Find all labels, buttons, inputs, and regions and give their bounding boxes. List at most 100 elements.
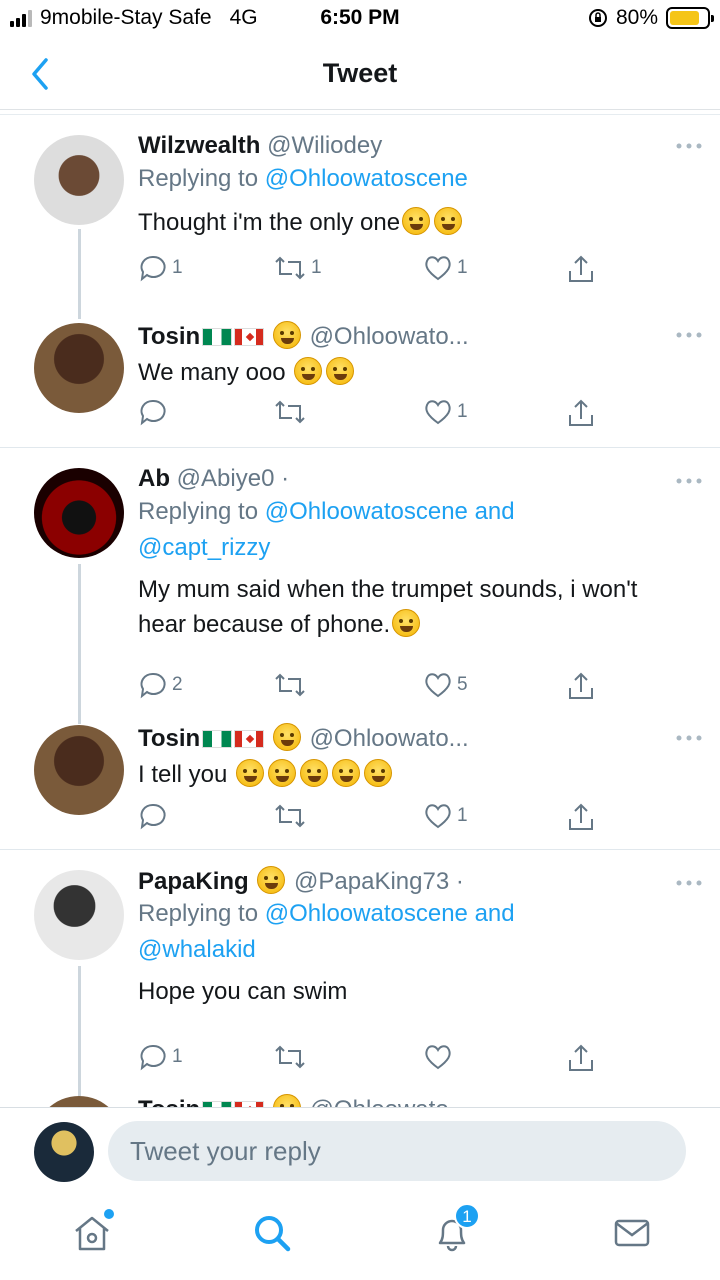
tweet-item[interactable]: PapaKing @PapaKing73 · Replying to @Ohlo… [0, 850, 720, 1096]
avatar[interactable] [34, 1096, 124, 1107]
share-button[interactable] [566, 801, 596, 833]
tweet-actions: 1 [138, 1042, 608, 1076]
like-count: 1 [457, 257, 468, 278]
author-name[interactable]: PapaKing [138, 868, 249, 895]
author-name[interactable]: Tosin [138, 323, 200, 350]
laughing-emoji-icon [434, 207, 463, 235]
heart-icon [425, 804, 451, 829]
like-button[interactable]: 5 [423, 670, 468, 700]
mention-link[interactable]: @Ohloowatoscene and [265, 498, 515, 525]
retweet-icon [275, 256, 305, 280]
retweet-button[interactable] [273, 1042, 311, 1072]
reply-feed[interactable]: Wilzwealth @Wiliodey Replying to @Ohloow… [0, 115, 720, 1107]
battery-percent: 80% [615, 6, 658, 29]
share-icon [569, 255, 593, 282]
tweet-text-body: Hope you can swim [138, 978, 348, 1005]
author-handle[interactable]: @Ohloowato... [310, 323, 469, 350]
tab-notifications[interactable]: 1 [430, 1203, 480, 1255]
retweet-button[interactable] [273, 397, 311, 427]
avatar[interactable] [34, 1122, 94, 1182]
heart-icon [425, 1045, 451, 1070]
reply-button[interactable] [138, 801, 172, 831]
tab-search[interactable] [250, 1211, 294, 1255]
tweet-actions: 1 [138, 397, 608, 431]
author-handle[interactable]: @Abiye0 · [177, 465, 289, 492]
tweet-text: Hope you can swim [138, 974, 658, 1009]
author-handle[interactable]: @PapaKing73 · [294, 868, 464, 895]
like-button[interactable] [423, 1042, 457, 1072]
more-options-icon[interactable] [674, 733, 704, 743]
eye-roll-emoji-icon [294, 357, 323, 385]
reply-icon [140, 255, 166, 282]
avatar[interactable] [34, 323, 124, 413]
thread-line [78, 966, 81, 1096]
author-handle[interactable]: @Ohloowato... [310, 725, 469, 752]
tweet-text-body: We many ooo [138, 359, 286, 386]
like-count: 1 [457, 805, 468, 826]
reply-input[interactable] [108, 1121, 686, 1181]
tweet-item[interactable]: Wilzwealth @Wiliodey Replying to @Ohloow… [0, 115, 720, 319]
author-name[interactable]: Tosin [138, 1096, 200, 1107]
more-options-icon[interactable] [674, 878, 704, 888]
like-button[interactable]: 1 [423, 397, 468, 427]
reply-count: 1 [172, 257, 183, 278]
crying-emoji-icon [392, 609, 421, 637]
reply-button[interactable]: 1 [138, 1042, 183, 1072]
like-count: 1 [457, 401, 468, 422]
replying-to: Replying to @Ohloowatoscene and @capt_riz… [138, 494, 658, 566]
mention-link[interactable]: @whalakid [138, 936, 256, 963]
share-button[interactable] [566, 397, 596, 429]
nav-header: Tweet [0, 38, 720, 110]
tweet-item[interactable]: Tosin @Ohloowato [0, 1090, 720, 1107]
retweet-icon [275, 1045, 305, 1069]
grinning-emoji-icon [326, 357, 355, 385]
laughing-emoji-icon [402, 207, 431, 235]
tab-messages[interactable] [610, 1211, 654, 1255]
avatar[interactable] [34, 468, 124, 558]
tweet-text-body: Thought i'm the only one [138, 209, 401, 236]
tweet-item[interactable]: Tosin @Ohloowato... I tell you 1 [0, 709, 720, 849]
battery-info: 80% [588, 6, 714, 30]
more-options-icon[interactable] [674, 141, 704, 151]
tweet-actions: 2 5 [138, 670, 608, 704]
tab-bar: 1 [0, 1193, 720, 1280]
like-button[interactable]: 1 [423, 801, 468, 831]
more-options-icon[interactable] [674, 330, 704, 340]
avatar[interactable] [34, 135, 124, 225]
crown-emoji-icon [257, 866, 286, 894]
reply-icon [140, 672, 166, 699]
page-title: Tweet [322, 58, 398, 88]
tweet-text: We many ooo [138, 355, 658, 390]
author-name[interactable]: Wilzwealth [138, 132, 260, 159]
share-icon [569, 1044, 593, 1071]
share-button[interactable] [566, 253, 596, 285]
reply-button[interactable]: 1 [138, 253, 183, 283]
canada-flag-icon [234, 328, 265, 346]
heart-icon [425, 673, 451, 698]
more-options-icon[interactable] [674, 476, 704, 486]
tab-home[interactable] [70, 1209, 114, 1255]
mention-link[interactable]: @Ohloowatoscene and [265, 900, 515, 927]
author-handle[interactable]: @Ohloowato [310, 1096, 449, 1107]
rotation-lock-icon [588, 9, 607, 27]
like-button[interactable]: 1 [423, 253, 468, 283]
author-handle[interactable]: @Wiliodey [267, 132, 382, 159]
reply-button[interactable]: 2 [138, 670, 183, 700]
share-button[interactable] [566, 670, 596, 702]
mention-link[interactable]: @capt_rizzy [138, 534, 270, 561]
replying-to: Replying to @Ohloowatoscene [138, 161, 658, 197]
retweet-button[interactable] [273, 801, 311, 831]
retweet-button[interactable]: 1 [273, 253, 322, 283]
tweet-item[interactable]: Tosin @Ohloowato... We many ooo 1 [0, 305, 720, 447]
avatar[interactable] [34, 870, 124, 960]
avatar[interactable] [34, 725, 124, 815]
tweet-text-body: My mum said when the trumpet sounds, i w… [138, 576, 638, 638]
author-name[interactable]: Ab [138, 465, 170, 492]
share-button[interactable] [566, 1042, 596, 1074]
retweet-button[interactable] [273, 670, 311, 700]
nigeria-flag-icon [202, 730, 233, 748]
mention-link[interactable]: @Ohloowatoscene [265, 165, 468, 192]
tweet-item[interactable]: Ab @Abiye0 · Replying to @Ohloowatoscene… [0, 448, 720, 724]
author-name[interactable]: Tosin [138, 725, 200, 752]
reply-button[interactable] [138, 397, 172, 427]
